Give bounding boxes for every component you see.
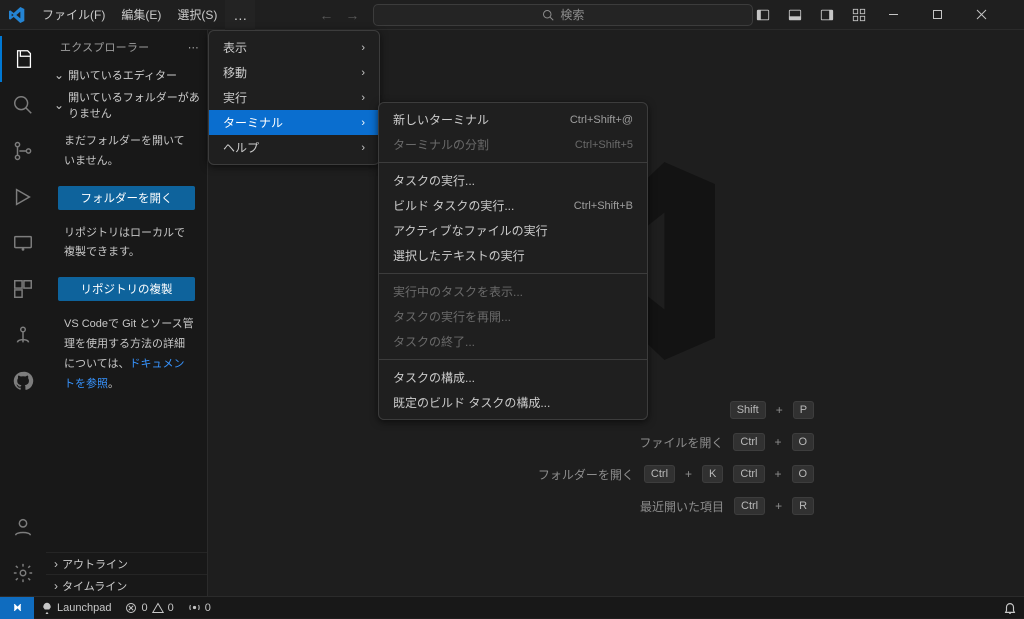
- status-bar: Launchpad 0 0 0: [0, 596, 1024, 618]
- welcome-shortcut-row: ファイルを開く Ctrl + O: [639, 433, 814, 451]
- nav-history: ← →: [315, 7, 363, 23]
- activity-bar: [0, 30, 46, 596]
- activity-extensions-icon[interactable]: [0, 266, 46, 312]
- menubar: ファイル(F) 編集(E) 選択(S) …: [34, 0, 255, 29]
- sidebar-more-icon[interactable]: ⋯: [188, 41, 199, 54]
- cmd-configure-default-build[interactable]: 既定のビルド タスクの構成...: [379, 390, 647, 415]
- welcome-shortcut-row: 最近開いた項目 Ctrl + R: [640, 497, 814, 515]
- menu-view[interactable]: 表示›: [209, 35, 379, 60]
- cmd-run-task[interactable]: タスクの実行...: [379, 168, 647, 193]
- chevron-right-icon: ›: [361, 42, 365, 54]
- toggle-secondary-sidebar-icon[interactable]: [820, 8, 848, 22]
- rocket-icon: [41, 602, 53, 614]
- welcome-shortcut-row: Shift + P: [730, 401, 814, 419]
- status-problems[interactable]: 0 0: [118, 597, 180, 618]
- menu-separator: [379, 273, 647, 274]
- chevron-right-icon: ›: [361, 117, 365, 129]
- terminal-submenu: 新しいターミナルCtrl+Shift+@ ターミナルの分割Ctrl+Shift+…: [378, 102, 648, 420]
- no-folder-hint-3: VS Codeで Git とソース管理を使用する方法の詳細については、ドキュメン…: [46, 307, 207, 402]
- cmd-split-terminal: ターミナルの分割Ctrl+Shift+5: [379, 132, 647, 157]
- activity-search-icon[interactable]: [0, 82, 46, 128]
- chevron-right-icon: ›: [361, 67, 365, 79]
- menu-help[interactable]: ヘルプ›: [209, 135, 379, 160]
- no-folder-hint-1: まだフォルダーを開いていません。: [46, 124, 207, 180]
- chevron-down-icon: ⌄: [54, 68, 64, 82]
- menu-terminal[interactable]: ターミナル›: [209, 110, 379, 135]
- menu-edit[interactable]: 編集(E): [113, 0, 169, 30]
- chevron-right-icon: ›: [361, 92, 365, 104]
- menu-separator: [379, 162, 647, 163]
- chevron-right-icon: ›: [54, 557, 58, 571]
- activity-explorer-icon[interactable]: [0, 36, 46, 82]
- window-maximize-icon[interactable]: [932, 9, 976, 20]
- window-close-icon[interactable]: [976, 9, 1020, 20]
- menu-run[interactable]: 実行›: [209, 85, 379, 110]
- toggle-panel-icon[interactable]: [788, 8, 816, 22]
- activity-settings-icon[interactable]: [0, 550, 46, 596]
- bell-icon: [1003, 601, 1017, 615]
- search-icon: [542, 9, 554, 21]
- no-folder-hint-2: リポジトリはローカルで複製できます。: [46, 216, 207, 272]
- status-notifications[interactable]: [996, 597, 1024, 618]
- section-open-editors[interactable]: ⌄ 開いているエディター: [46, 64, 207, 86]
- sidebar-title: エクスプローラー: [60, 39, 149, 55]
- menu-selection[interactable]: 選択(S): [169, 0, 225, 30]
- vscode-logo-icon: [0, 7, 34, 23]
- window-controls: [888, 9, 1020, 20]
- menu-more[interactable]: …: [225, 0, 255, 30]
- status-ports[interactable]: 0: [181, 597, 218, 618]
- error-icon: [125, 602, 137, 614]
- section-timeline[interactable]: › タイムライン: [46, 574, 207, 596]
- layout-controls: [756, 8, 880, 22]
- cmd-terminate-task: タスクの終了...: [379, 329, 647, 354]
- cmd-new-terminal[interactable]: 新しいターミナルCtrl+Shift+@: [379, 107, 647, 132]
- chevron-right-icon: ›: [54, 579, 58, 593]
- activity-accounts-icon[interactable]: [0, 504, 46, 550]
- chevron-right-icon: ›: [361, 142, 365, 154]
- command-center[interactable]: 検索: [373, 4, 753, 26]
- overflow-menu: 表示› 移動› 実行› ターミナル› ヘルプ›: [208, 30, 380, 165]
- clone-repo-button[interactable]: リポジトリの複製: [58, 277, 195, 301]
- cmd-show-running-tasks: 実行中のタスクを表示...: [379, 279, 647, 304]
- activity-scm-icon[interactable]: [0, 128, 46, 174]
- cmd-run-selected-text[interactable]: 選択したテキストの実行: [379, 243, 647, 268]
- chevron-down-icon: ⌄: [54, 98, 64, 112]
- search-placeholder: 検索: [560, 6, 584, 23]
- status-remote-icon[interactable]: [0, 597, 34, 619]
- status-launchpad[interactable]: Launchpad: [34, 597, 118, 618]
- cmd-configure-task[interactable]: タスクの構成...: [379, 365, 647, 390]
- section-outline[interactable]: › アウトライン: [46, 552, 207, 574]
- activity-remote-icon[interactable]: [0, 220, 46, 266]
- customize-layout-icon[interactable]: [852, 8, 880, 22]
- activity-github-icon[interactable]: [0, 358, 46, 404]
- nav-forward-icon[interactable]: →: [341, 7, 363, 23]
- cmd-restart-task: タスクの実行を再開...: [379, 304, 647, 329]
- toggle-primary-sidebar-icon[interactable]: [756, 8, 784, 22]
- nav-back-icon[interactable]: ←: [315, 7, 337, 23]
- activity-run-icon[interactable]: [0, 174, 46, 220]
- open-folder-button[interactable]: フォルダーを開く: [58, 186, 195, 210]
- title-bar: ファイル(F) 編集(E) 選択(S) … ← → 検索: [0, 0, 1024, 30]
- cmd-run-active-file[interactable]: アクティブなファイルの実行: [379, 218, 647, 243]
- activity-gitlens-icon[interactable]: [0, 312, 46, 358]
- welcome-shortcut-row: フォルダーを開く Ctrl + K Ctrl + O: [538, 465, 814, 483]
- menu-file[interactable]: ファイル(F): [34, 0, 113, 30]
- menu-separator: [379, 359, 647, 360]
- menu-go[interactable]: 移動›: [209, 60, 379, 85]
- warning-icon: [152, 602, 164, 614]
- broadcast-icon: [188, 601, 201, 614]
- window-minimize-icon[interactable]: [888, 9, 932, 20]
- section-no-folder[interactable]: ⌄ 開いているフォルダーがありません: [46, 86, 207, 124]
- cmd-run-build-task[interactable]: ビルド タスクの実行...Ctrl+Shift+B: [379, 193, 647, 218]
- sidebar-explorer: エクスプローラー ⋯ ⌄ 開いているエディター ⌄ 開いているフォルダーがありま…: [46, 30, 208, 596]
